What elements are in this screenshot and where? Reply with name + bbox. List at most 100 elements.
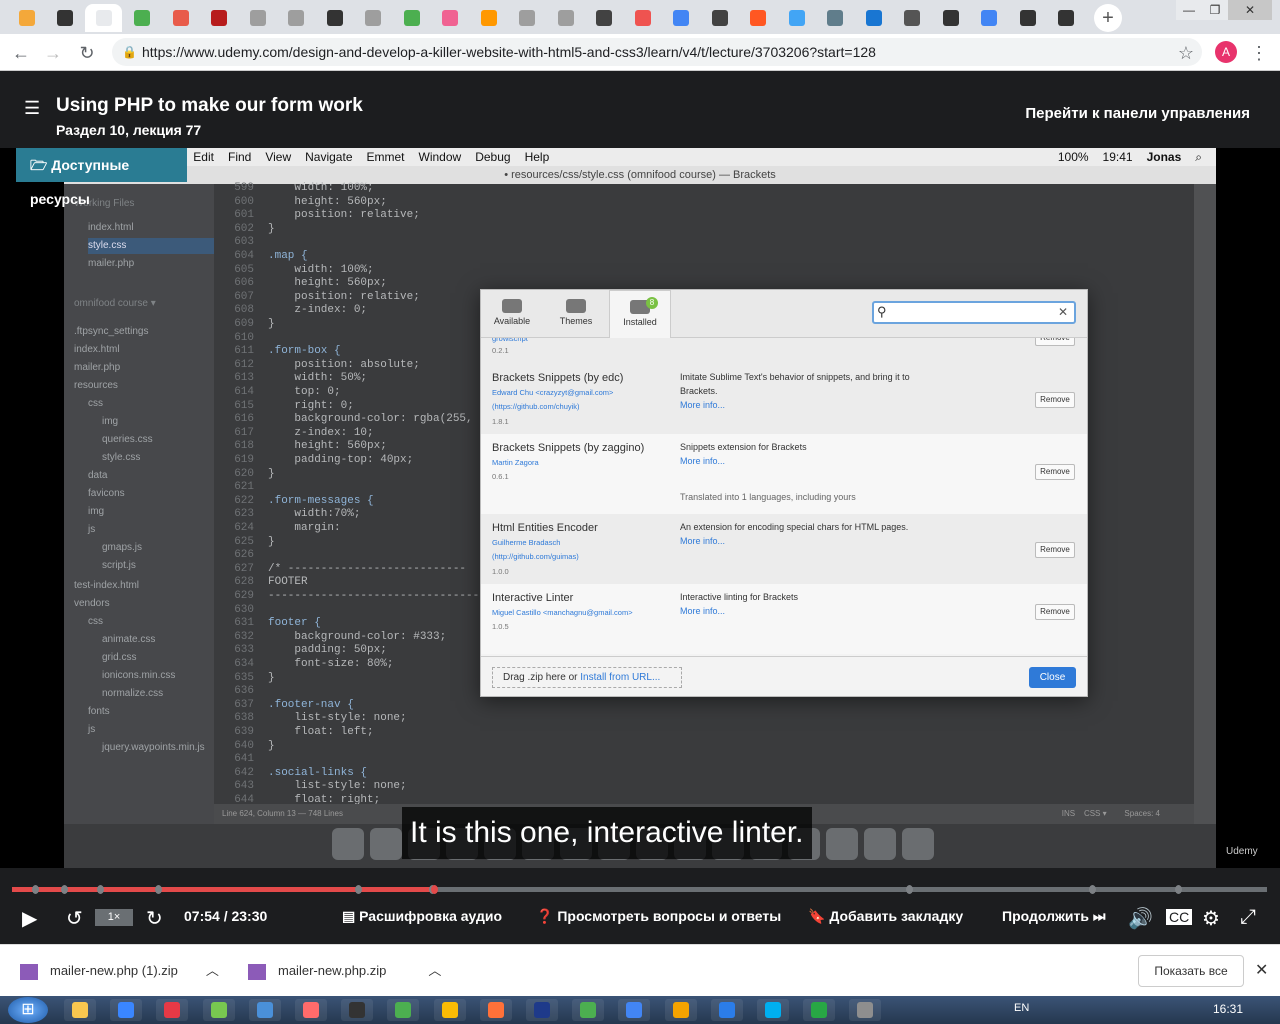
browser-tab[interactable]: [663, 4, 700, 32]
continue-button[interactable]: Продолжить ⏭: [1002, 908, 1105, 925]
browser-tab[interactable]: [624, 4, 661, 32]
browser-tab[interactable]: [586, 4, 623, 32]
browser-tab[interactable]: [701, 4, 738, 32]
captions-icon[interactable]: CC: [1166, 909, 1193, 925]
qa-button[interactable]: ❓ Просмотреть вопросы и ответы: [536, 908, 781, 925]
taskbar-app-icon[interactable]: [710, 999, 743, 1021]
chapter-marker[interactable]: [60, 885, 68, 894]
maximize-window-button[interactable]: ❐: [1202, 0, 1228, 20]
extension-author[interactable]: Edward Chu <crazyzyt@gmail.com>: [492, 388, 613, 397]
taskbar-app-icon[interactable]: [156, 999, 189, 1021]
progress-handle[interactable]: [430, 885, 438, 894]
close-button[interactable]: Close: [1029, 667, 1076, 688]
profile-avatar[interactable]: A: [1215, 41, 1237, 63]
forward-icon[interactable]: →: [42, 42, 64, 64]
bookmark-button[interactable]: 🔖 Добавить закладку: [808, 908, 963, 925]
drop-zone[interactable]: Drag .zip here or Install from URL...: [492, 667, 682, 688]
browser-tab[interactable]: [239, 4, 276, 32]
close-shelf-icon[interactable]: ✕: [1255, 945, 1268, 997]
taskbar-app-icon[interactable]: [803, 999, 836, 1021]
chapter-marker[interactable]: [1175, 885, 1183, 894]
chapter-marker[interactable]: [354, 885, 362, 894]
browser-tab[interactable]: [316, 4, 353, 32]
dashboard-link[interactable]: Перейти к панели управления: [1025, 105, 1250, 122]
more-info-link[interactable]: More info...: [680, 536, 725, 546]
taskbar-app-icon[interactable]: [295, 999, 327, 1021]
browser-tab[interactable]: [201, 4, 238, 32]
browser-tab[interactable]: [278, 4, 315, 32]
browser-tab[interactable]: [855, 4, 892, 32]
install-from-url-link[interactable]: Install from URL...: [580, 672, 660, 683]
browser-tab[interactable]: [162, 4, 199, 32]
resources-button[interactable]: 🗁 Доступные ресурсы: [16, 148, 187, 207]
extension-author-link[interactable]: (https://github.com/chuyik): [492, 402, 580, 411]
remove-button[interactable]: Remove: [1035, 392, 1075, 408]
browser-tab[interactable]: [740, 4, 777, 32]
chapter-marker[interactable]: [155, 885, 163, 894]
taskbar-app-icon[interactable]: [618, 999, 651, 1021]
settings-icon[interactable]: ⚙: [1202, 906, 1220, 931]
browser-tab[interactable]: [393, 4, 430, 32]
taskbar-app-icon[interactable]: [526, 999, 558, 1021]
chapter-marker[interactable]: [97, 885, 105, 894]
browser-tab[interactable]: [817, 4, 854, 32]
minimize-window-button[interactable]: —: [1176, 0, 1202, 20]
chapter-marker[interactable]: [32, 885, 40, 894]
browser-tab[interactable]: [894, 4, 931, 32]
browser-tab[interactable]: [47, 4, 84, 32]
browser-tab[interactable]: [8, 4, 45, 32]
extension-author-link[interactable]: (http://github.com/guimas): [492, 552, 579, 561]
browser-tab[interactable]: [932, 4, 969, 32]
taskbar-app-icon[interactable]: [664, 999, 697, 1021]
extension-author[interactable]: Guilherme Bradasch: [492, 538, 560, 547]
start-button[interactable]: ⊞: [8, 997, 48, 1023]
taskbar-app-icon[interactable]: [572, 999, 605, 1021]
tab-available[interactable]: Available: [481, 290, 543, 338]
browser-tab[interactable]: [509, 4, 546, 32]
taskbar-app-icon[interactable]: [479, 999, 512, 1021]
forward-icon[interactable]: ↻: [146, 906, 163, 931]
taskbar-app-icon[interactable]: [341, 999, 374, 1021]
browser-tab[interactable]: [85, 4, 122, 32]
tab-installed[interactable]: Installed 8: [609, 290, 671, 338]
remove-button[interactable]: Remove: [1035, 464, 1075, 480]
more-info-link[interactable]: More info...: [680, 456, 725, 466]
clear-search-icon[interactable]: ✕: [1058, 305, 1068, 319]
transcript-button[interactable]: ▤ Расшифровка аудио: [342, 908, 502, 925]
tab-themes[interactable]: Themes: [545, 290, 607, 338]
rewind-icon[interactable]: ↺: [66, 906, 83, 931]
extension-search-input[interactable]: ⚲ ✕: [872, 301, 1076, 324]
volume-icon[interactable]: 🔊: [1128, 906, 1153, 931]
download-item[interactable]: mailer-new.php.zip ︿: [248, 945, 441, 997]
show-all-button[interactable]: Показать все: [1138, 955, 1244, 987]
browser-tab[interactable]: [432, 4, 469, 32]
taskbar-app-icon[interactable]: [433, 999, 466, 1021]
fullscreen-icon[interactable]: ⤢: [1240, 906, 1256, 929]
url-field[interactable]: 🔒 https://www.udemy.com/design-and-devel…: [112, 38, 1202, 66]
taskbar-app-icon[interactable]: [64, 999, 96, 1021]
browser-tab[interactable]: [1048, 4, 1085, 32]
back-icon[interactable]: ←: [10, 42, 32, 64]
remove-button[interactable]: Remove: [1035, 338, 1075, 346]
browser-tab[interactable]: [547, 4, 584, 32]
browser-tab[interactable]: [1009, 4, 1046, 32]
chapter-marker[interactable]: [905, 885, 913, 894]
progress-bar[interactable]: [12, 885, 1267, 894]
taskbar-app-icon[interactable]: [248, 999, 281, 1021]
play-icon[interactable]: ▶: [22, 906, 37, 931]
more-info-link[interactable]: More info...: [680, 606, 725, 616]
taskbar-app-icon[interactable]: [387, 999, 420, 1021]
remove-button[interactable]: Remove: [1035, 604, 1075, 620]
new-tab-button[interactable]: +: [1094, 4, 1122, 32]
taskbar-app-icon[interactable]: [849, 999, 882, 1021]
browser-menu-icon[interactable]: ⋮: [1248, 42, 1270, 64]
browser-tab[interactable]: [778, 4, 815, 32]
browser-tab[interactable]: [355, 4, 392, 32]
playback-rate[interactable]: 1×: [95, 909, 133, 926]
download-item[interactable]: mailer-new.php (1).zip ︿: [20, 945, 219, 997]
bookmark-star-icon[interactable]: ☆: [1175, 42, 1197, 64]
chapter-marker[interactable]: [1088, 885, 1096, 894]
extension-author[interactable]: Miguel Castillo <manchagnu@gmail.com>: [492, 608, 633, 617]
extension-author[interactable]: Martin Zagora: [492, 458, 539, 467]
taskbar-app-icon[interactable]: [757, 999, 789, 1021]
